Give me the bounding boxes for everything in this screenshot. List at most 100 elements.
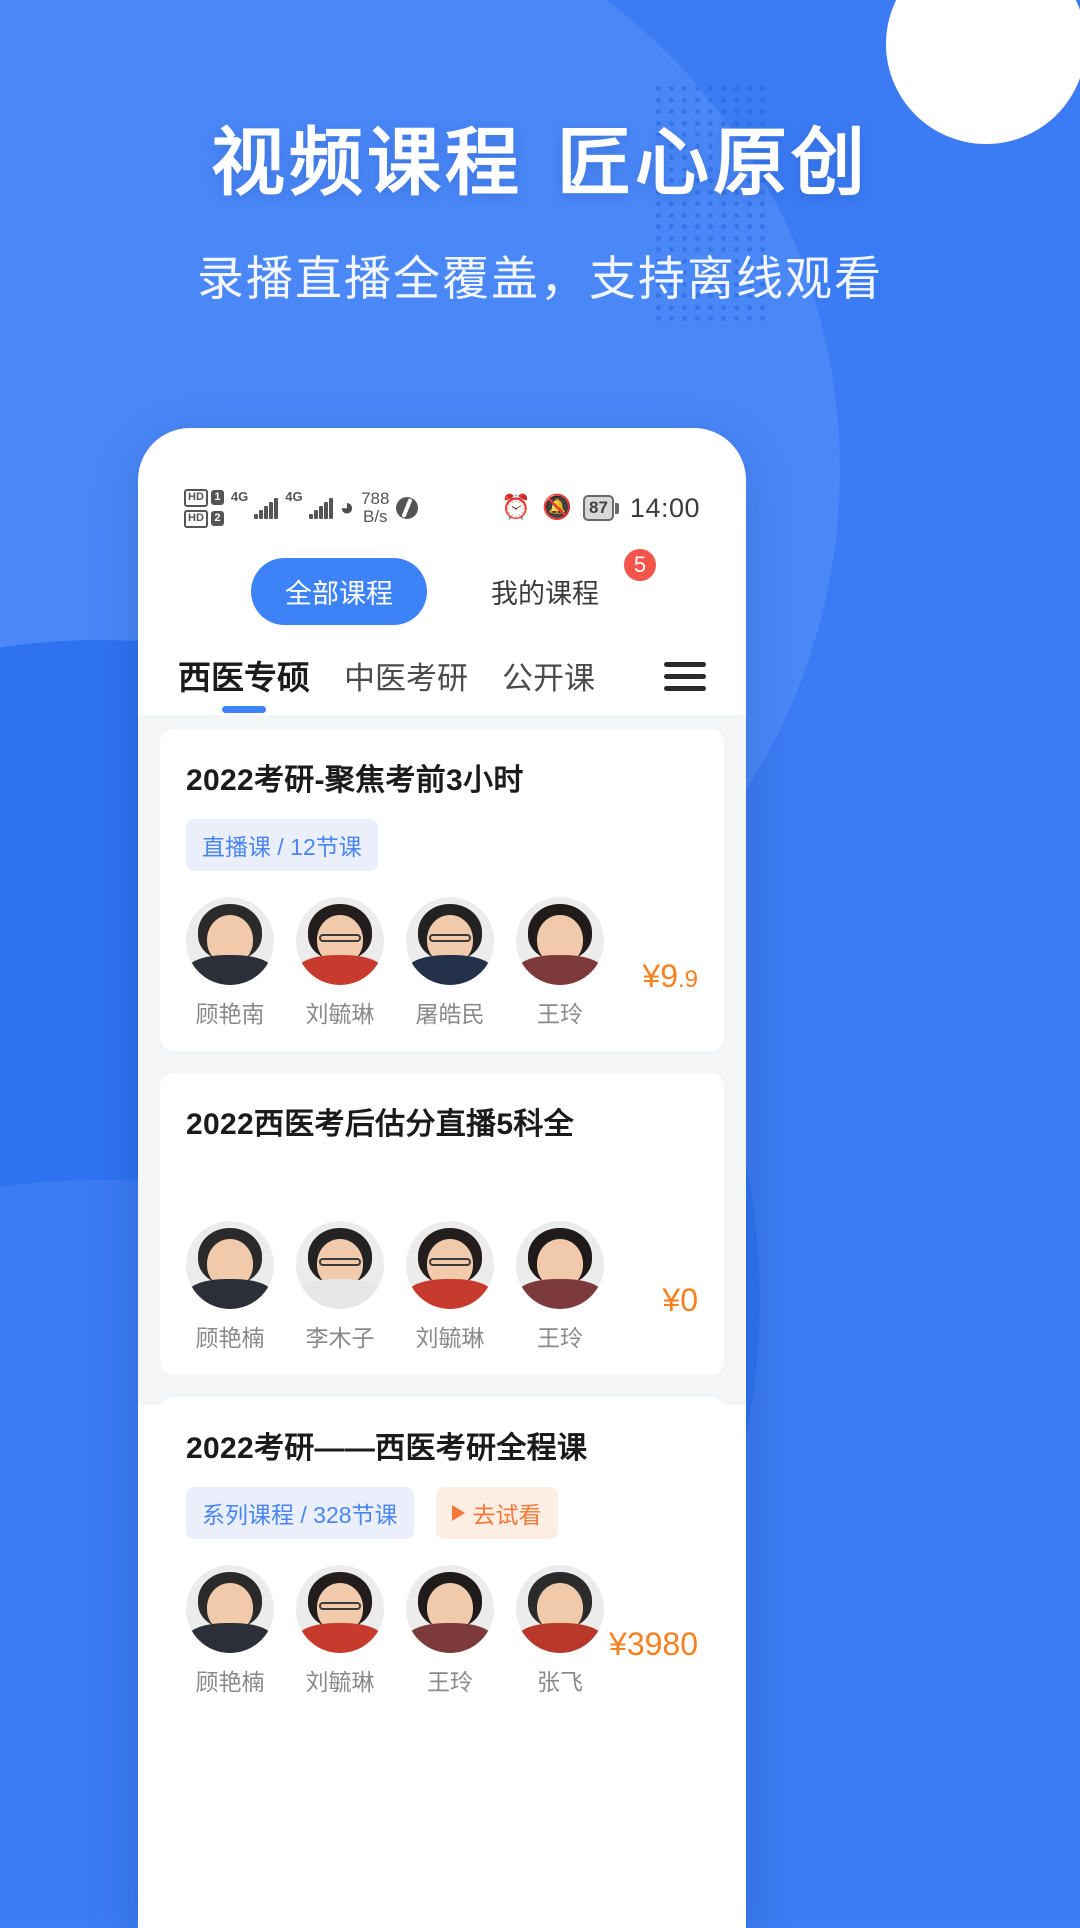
data-speed-indicator: 788 B/s — [361, 490, 389, 526]
hamburger-menu-icon[interactable] — [664, 661, 706, 705]
teacher-name: 刘毓琳 — [305, 1669, 375, 1695]
avatar — [406, 897, 494, 985]
avatar — [406, 1221, 494, 1309]
scope-tab-label-0[interactable]: 全部课程 — [251, 558, 427, 625]
course-list[interactable]: 2022考研-聚焦考前3小时 直播课 / 12节课 顾艳南 刘毓琳 屠皓民 王玲 ¥9.9 2… — [138, 715, 746, 1801]
trial-watch-label: 去试看 — [472, 1502, 542, 1528]
course-card-footer: 顾艳楠 李木子 刘毓琳 王玲 ¥0 — [186, 1221, 698, 1353]
course-card[interactable]: 2022考研——西医考研全程课系列课程 / 328节课 去试看顾艳楠 刘毓琳 王玲 张飞… — [160, 1397, 724, 1719]
course-price-fraction: .9 — [677, 966, 698, 993]
course-meta-tag: 系列课程 / 328节课 — [186, 1487, 414, 1539]
teacher-item[interactable]: 王玲 — [516, 897, 604, 1029]
teacher-item[interactable]: 顾艳楠 — [186, 1221, 274, 1353]
scope-tab-1[interactable]: 我的课程 5 — [457, 546, 659, 625]
teacher-item[interactable]: 顾艳楠 — [186, 1565, 274, 1697]
avatar — [516, 1221, 604, 1309]
avatar — [296, 1565, 384, 1653]
teacher-item[interactable]: 张飞 — [516, 1565, 604, 1697]
teacher-name: 王玲 — [537, 1001, 583, 1027]
course-price-main: ¥9 — [642, 958, 678, 994]
alarm-icon: ⏰ — [501, 494, 532, 521]
scope-tab-0[interactable]: 全部课程 — [251, 558, 427, 625]
hd2-sim: 2 — [210, 511, 224, 526]
teacher-name: 张飞 — [537, 1669, 583, 1695]
course-card-footer: 顾艳楠 刘毓琳 王玲 张飞 ¥3980 — [186, 1565, 698, 1697]
hd1-sim: 1 — [210, 490, 224, 505]
course-card-partial[interactable] — [160, 1741, 724, 1801]
course-tags: 直播课 / 12节课 — [186, 819, 698, 871]
teacher-list: 顾艳南 刘毓琳 屠皓民 王玲 — [186, 897, 604, 1029]
avatar — [296, 1221, 384, 1309]
wifi-icon: ◕ — [339, 494, 355, 521]
avatar — [516, 897, 604, 985]
teacher-item[interactable]: 刘毓琳 — [296, 897, 384, 1029]
scope-tab-label-1[interactable]: 我的课程 — [457, 558, 633, 625]
teacher-name: 王玲 — [537, 1325, 583, 1351]
trial-watch-button[interactable]: 去试看 — [435, 1487, 558, 1539]
background-corner-circle — [886, 0, 1080, 144]
avatar — [406, 1565, 494, 1653]
signal-icon-1 — [254, 497, 279, 519]
course-card[interactable]: 2022西医考后估分直播5科全顾艳楠 李木子 刘毓琳 王玲 ¥0 — [160, 1073, 724, 1375]
teacher-item[interactable]: 屠皓民 — [406, 897, 494, 1029]
promo-title-right: 匠心原创 — [557, 121, 869, 204]
card-spacer — [186, 1143, 698, 1195]
course-price-main: ¥3980 — [609, 1626, 698, 1662]
mute-bell-icon: 🔕 — [542, 494, 572, 521]
teacher-list: 顾艳楠 李木子 刘毓琳 王玲 — [186, 1221, 604, 1353]
teacher-name: 刘毓琳 — [305, 1001, 375, 1027]
teacher-list: 顾艳楠 刘毓琳 王玲 张飞 — [186, 1565, 604, 1697]
teacher-item[interactable]: 刘毓琳 — [406, 1221, 494, 1353]
course-scope-tabs: 全部课程 我的课程 5 — [138, 544, 746, 645]
avatar — [516, 1565, 604, 1653]
battery-level: 87 — [583, 495, 614, 521]
category-tab-1[interactable]: 中医考研 — [344, 653, 468, 714]
phone-mockup: HD 1 HD 2 4G 4G ◕ 788 B/s ⏰ 🔕 87 14:00 全… — [138, 428, 746, 1928]
avatar — [186, 1565, 274, 1653]
battery-icon: 87 — [583, 495, 619, 521]
teacher-name: 顾艳楠 — [195, 1669, 265, 1695]
avatar — [296, 897, 384, 985]
notification-badge: 5 — [621, 546, 659, 584]
hd1-label: HD — [184, 488, 208, 507]
promo-title-left: 视频课程 — [211, 121, 523, 204]
promo-title: 视频课程 匠心原创 — [0, 126, 1080, 200]
status-bar: HD 1 HD 2 4G 4G ◕ 788 B/s ⏰ 🔕 87 14:00 — [138, 428, 746, 544]
avatar — [186, 897, 274, 985]
teacher-name: 顾艳南 — [195, 1001, 265, 1027]
course-price: ¥9.9 — [642, 958, 698, 1029]
category-tab-bar: 西医专硕 中医考研 公开课 — [138, 645, 746, 715]
signal-icon-2 — [308, 497, 333, 519]
play-triangle-icon — [451, 1505, 465, 1521]
clock: 14:00 — [629, 492, 700, 523]
globe-icon — [396, 497, 419, 519]
category-tab-0[interactable]: 西医专硕 — [178, 651, 310, 715]
course-meta-tag: 直播课 / 12节课 — [186, 819, 378, 871]
course-card-footer: 顾艳南 刘毓琳 屠皓民 王玲 ¥9.9 — [186, 897, 698, 1029]
category-tab-2[interactable]: 公开课 — [502, 653, 595, 714]
course-title: 2022西医考后估分直播5科全 — [186, 1108, 574, 1141]
data-speed-unit: B/s — [362, 507, 388, 526]
course-price-main: ¥0 — [662, 1282, 698, 1318]
course-price: ¥0 — [662, 1282, 698, 1353]
teacher-item[interactable]: 王玲 — [406, 1565, 494, 1697]
course-card[interactable]: 2022考研-聚焦考前3小时直播课 / 12节课顾艳南 刘毓琳 屠皓民 王玲 ¥9.9 — [160, 729, 724, 1051]
teacher-name: 顾艳楠 — [195, 1325, 265, 1351]
teacher-item[interactable]: 顾艳南 — [186, 897, 274, 1029]
hd-volte-icon: HD 1 HD 2 — [184, 488, 224, 528]
teacher-item[interactable]: 李木子 — [296, 1221, 384, 1353]
network-type-1: 4G — [230, 488, 249, 504]
course-title: 2022考研——西医考研全程课 — [186, 1432, 588, 1465]
teacher-name: 屠皓民 — [415, 1001, 485, 1027]
hd2-label: HD — [184, 509, 208, 528]
teacher-name: 王玲 — [427, 1669, 473, 1695]
teacher-item[interactable]: 王玲 — [516, 1221, 604, 1353]
course-price: ¥3980 — [609, 1626, 698, 1697]
teacher-name: 李木子 — [305, 1325, 375, 1351]
avatar — [186, 1221, 274, 1309]
course-title: 2022考研-聚焦考前3小时 — [186, 764, 524, 797]
network-type-2: 4G — [285, 488, 303, 504]
teacher-name: 刘毓琳 — [415, 1325, 485, 1351]
data-speed-value: 788 — [361, 489, 390, 509]
teacher-item[interactable]: 刘毓琳 — [296, 1565, 384, 1697]
